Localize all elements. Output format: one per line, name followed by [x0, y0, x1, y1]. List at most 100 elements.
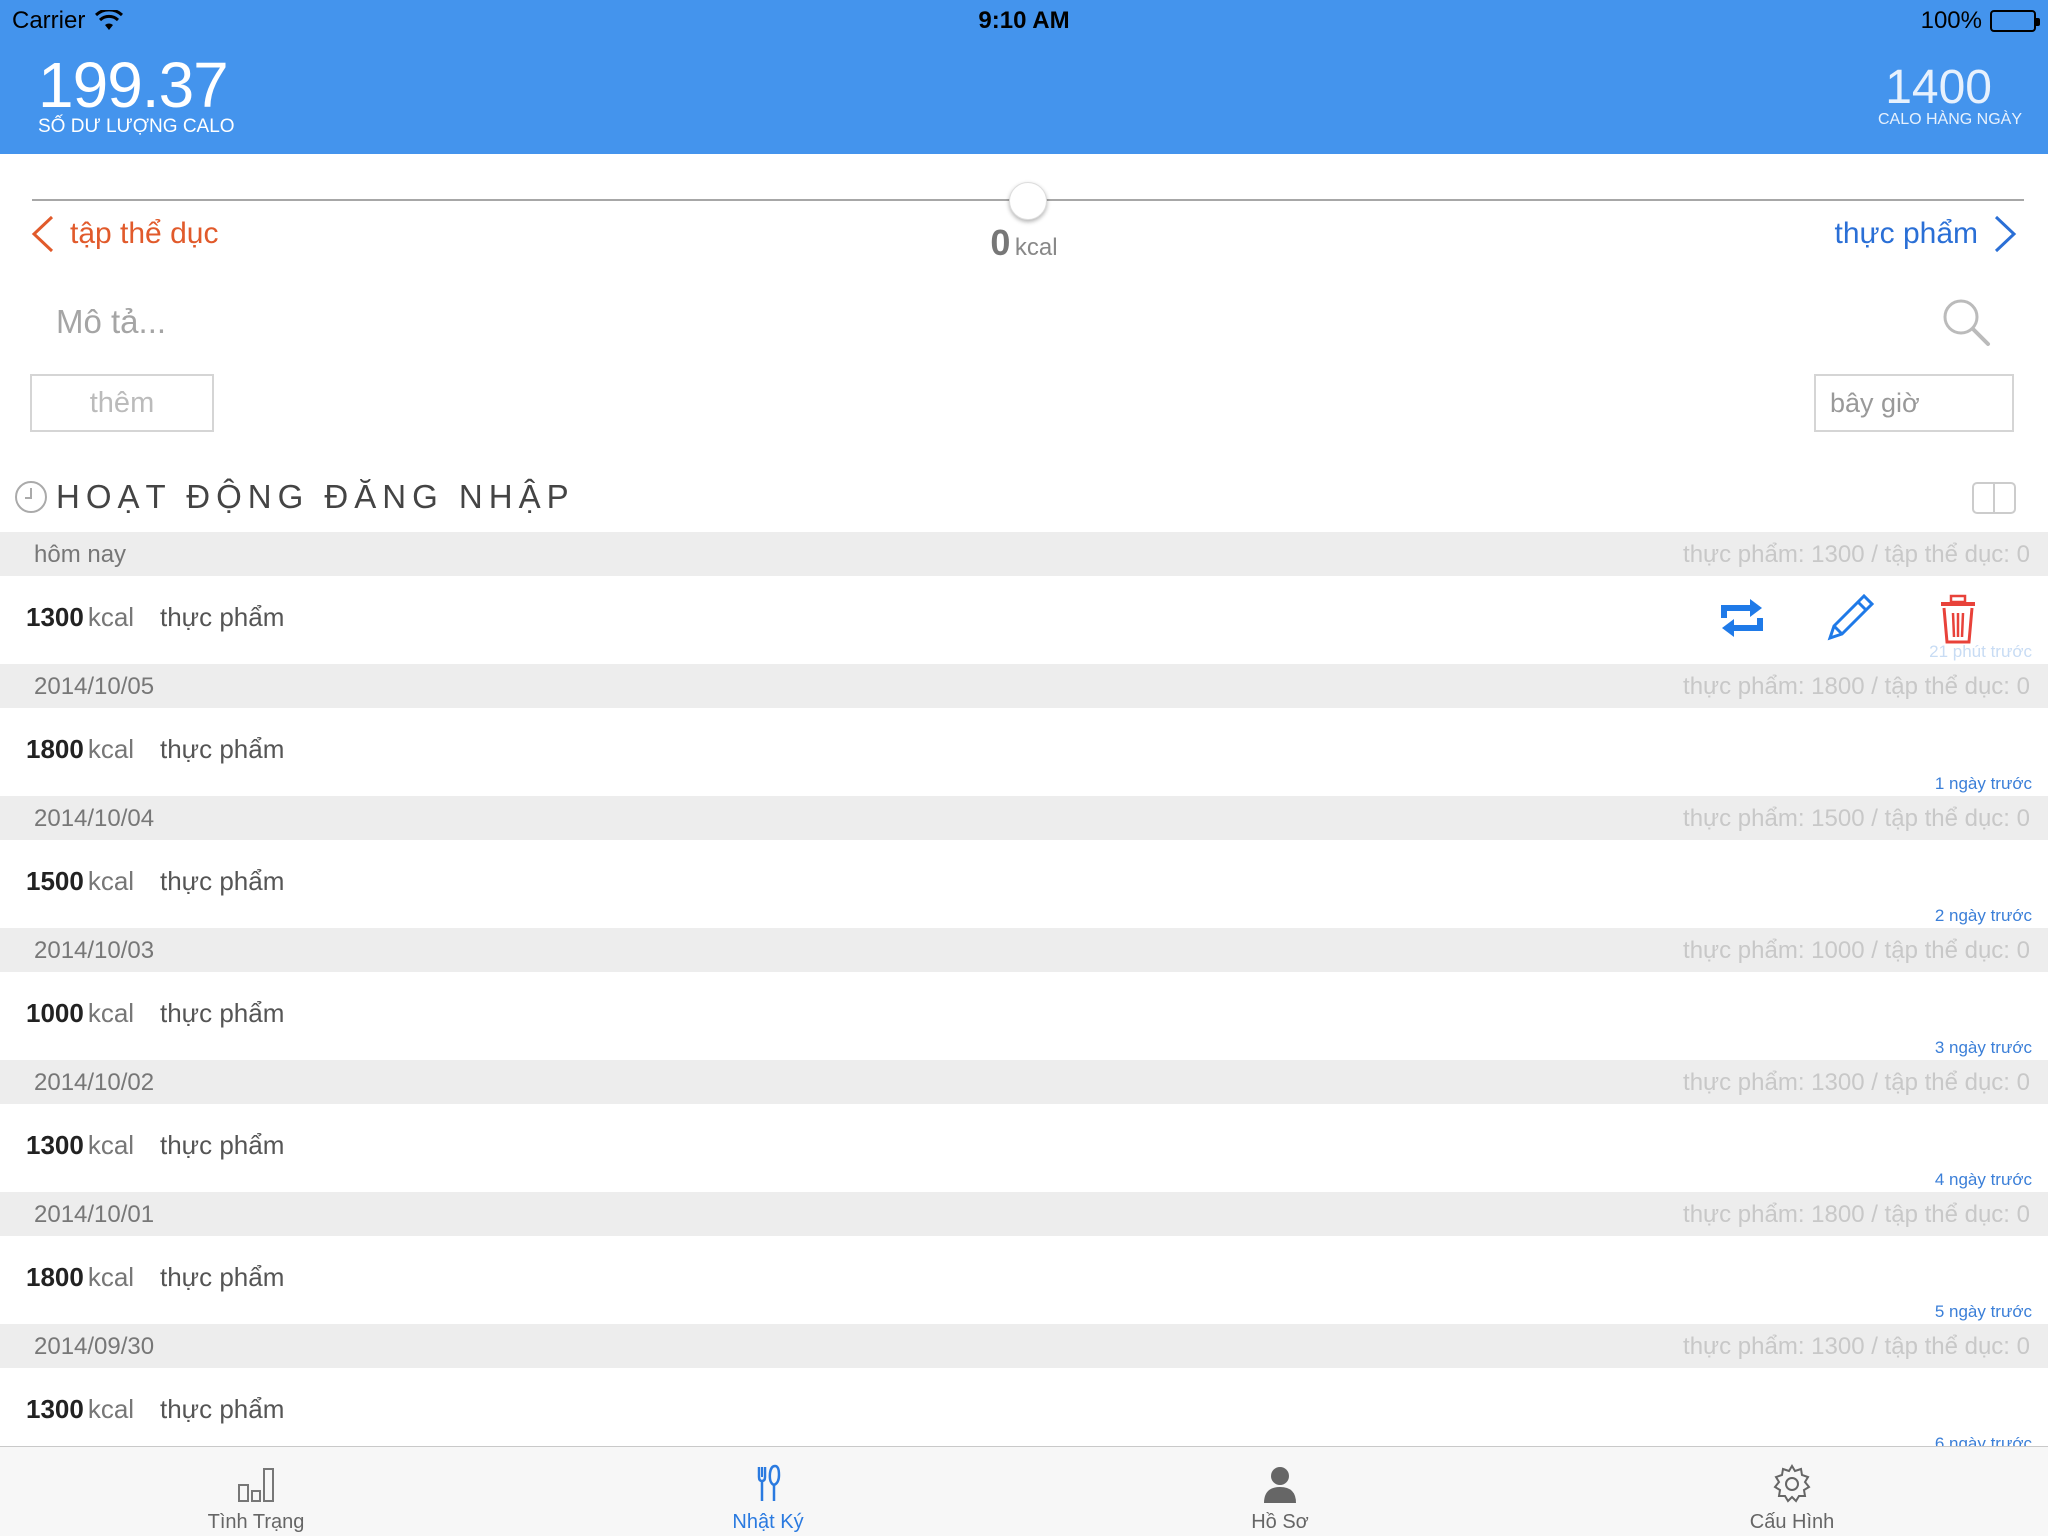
log-kcal-value: 1500 [26, 866, 84, 896]
log-type: thực phẩm [160, 1130, 285, 1160]
tab-profile[interactable]: Hồ Sơ [1024, 1447, 1536, 1536]
log-type: thực phẩm [160, 602, 285, 632]
food-nav-label: thực phẩm [1834, 217, 1978, 250]
day-summary: thực phẩm: 1800 / tập thể dục: 0 [1683, 1201, 2030, 1228]
log-time-ago: 3 ngày trước [1934, 1038, 2032, 1057]
day-date: 2014/09/30 [34, 1333, 155, 1360]
calorie-balance-label: SỐ DƯ LƯỢNG CALO [38, 116, 235, 137]
log-type: thực phẩm [160, 866, 285, 896]
log-kcal-value: 1300 [26, 1130, 84, 1160]
log-kcal-value: 1300 [26, 602, 84, 632]
activity-title: HOẠT ĐỘNG ĐĂNG NHẬP [56, 478, 575, 515]
battery: 100% [1920, 7, 2040, 35]
gear-icon [1773, 1464, 1811, 1503]
description-input[interactable] [40, 292, 1920, 352]
repeat-icon[interactable] [1712, 588, 1772, 648]
log-kcal: 1300 kcal [26, 1394, 134, 1425]
log-entry-row[interactable]: 1800 kcal thực phẩm 1 ngày trước [0, 708, 2048, 796]
day-header: 2014/09/30 thực phẩm: 1300 / tập thể dục:… [0, 1324, 2048, 1368]
log-entry-row[interactable]: 1800 kcal thực phẩm 5 ngày trước [0, 1236, 2048, 1324]
log-kcal-unit: kcal [87, 602, 135, 632]
tab-status[interactable]: Tình Trạng [0, 1447, 512, 1536]
activity-log-list[interactable]: hôm nay thực phẩm: 1300 / tập thể dục: 0 1… [0, 532, 2048, 1446]
day-header: 2014/10/02 thực phẩm: 1300 / tập thể dục:… [0, 1060, 2048, 1104]
day-date: 2014/10/05 [34, 673, 155, 700]
tab-diary[interactable]: Nhật Ký [512, 1447, 1024, 1536]
log-entry-row[interactable]: 1300 kcal thực phẩm 6 ngày trước [0, 1368, 2048, 1446]
log-kcal: 1500 kcal [26, 866, 134, 897]
calorie-slider-knob[interactable] [1009, 182, 1047, 220]
slider-unit: kcal [1014, 234, 1058, 261]
log-kcal: 1800 kcal [26, 1262, 134, 1293]
day-header: hôm nay thực phẩm: 1300 / tập thể dục: 0 [0, 532, 2048, 576]
day-header: 2014/10/01 thực phẩm: 1800 / tập thể dục:… [0, 1192, 2048, 1236]
status-time: 9:10 AM [978, 7, 1070, 34]
day-header: 2014/10/03 thực phẩm: 1000 / tập thể dục:… [0, 928, 2048, 972]
tab-diary-label: Nhật Ký [732, 1511, 804, 1533]
log-kcal: 1800 kcal [26, 734, 134, 765]
log-kcal: 1000 kcal [26, 998, 134, 1029]
battery-icon [1990, 10, 2040, 32]
day-summary: thực phẩm: 1300 / tập thể dục: 0 [1683, 1333, 2030, 1360]
log-time-ago: 2 ngày trước [1934, 906, 2032, 925]
search-icon[interactable] [1940, 296, 1992, 348]
log-kcal: 1300 kcal [26, 602, 134, 633]
status-bar: Carrier 9:10 AM 100% [0, 0, 2048, 40]
tab-settings-label: Cấu Hình [1749, 1511, 1835, 1533]
log-kcal-value: 1300 [26, 1394, 84, 1424]
person-icon [1264, 1467, 1296, 1503]
log-entry-row[interactable]: 1500 kcal thực phẩm 2 ngày trước [0, 840, 2048, 928]
day-date: 2014/10/01 [34, 1201, 155, 1228]
log-kcal-unit: kcal [87, 866, 135, 896]
tab-profile-label: Hồ Sơ [1251, 1511, 1309, 1533]
daily-calorie-value[interactable]: 1400 [1885, 60, 1992, 115]
day-date: hôm nay [34, 541, 127, 568]
bar-chart-icon [238, 1468, 274, 1502]
log-time-ago: 6 ngày trước [1934, 1434, 2032, 1446]
log-type: thực phẩm [160, 1394, 285, 1424]
log-kcal-value: 1000 [26, 998, 84, 1028]
food-nav-button[interactable]: thực phẩm [1835, 214, 2018, 254]
battery-percent: 100% [1920, 7, 1982, 34]
day-summary: thực phẩm: 1300 / tập thể dục: 0 [1683, 541, 2030, 568]
log-kcal: 1300 kcal [26, 1130, 134, 1161]
time-field[interactable]: bây giờ [1814, 374, 2014, 432]
header: Carrier 9:10 AM 100% 199.37 SỐ DƯ LƯỢNG … [0, 0, 2048, 154]
add-button[interactable]: thêm [30, 374, 214, 432]
log-kcal-unit: kcal [87, 1262, 135, 1292]
calorie-balance-value: 199.37 [38, 49, 229, 121]
day-summary: thực phẩm: 1300 / tập thể dục: 0 [1683, 1069, 2030, 1096]
log-kcal-unit: kcal [87, 1394, 135, 1424]
day-date: 2014/10/03 [34, 937, 155, 964]
log-type: thực phẩm [160, 1262, 285, 1292]
tab-settings[interactable]: Cấu Hình [1536, 1447, 2048, 1536]
log-kcal-unit: kcal [87, 1130, 135, 1160]
app-root: Carrier 9:10 AM 100% 199.37 SỐ DƯ LƯỢNG … [0, 0, 2048, 1536]
tab-status-label: Tình Trạng [207, 1511, 305, 1533]
log-kcal-unit: kcal [87, 998, 135, 1028]
log-type: thực phẩm [160, 998, 285, 1028]
trash-icon[interactable] [1928, 588, 1988, 648]
log-entry-row[interactable]: 1000 kcal thực phẩm 3 ngày trước [0, 972, 2048, 1060]
log-kcal-value: 1800 [26, 734, 84, 764]
fork-knife-icon [757, 1464, 781, 1501]
edit-pencil-icon[interactable] [1820, 588, 1880, 648]
day-summary: thực phẩm: 1500 / tập thể dục: 0 [1683, 805, 2030, 832]
log-type: thực phẩm [160, 734, 285, 764]
day-date: 2014/10/04 [34, 805, 155, 832]
slider-value-readout: 0 kcal [0, 222, 2048, 264]
log-kcal-value: 1800 [26, 1262, 84, 1292]
chevron-right-icon [1994, 215, 2017, 253]
log-time-ago: 1 ngày trước [1934, 774, 2032, 793]
day-summary: thực phẩm: 1000 / tập thể dục: 0 [1683, 937, 2030, 964]
log-entry-row[interactable]: 1300 kcal thực phẩm 21 phút trước [0, 576, 2048, 664]
activity-section-header: HOẠT ĐỘNG ĐĂNG NHẬP [14, 478, 575, 516]
layout-toggle-icon[interactable] [1972, 482, 2016, 514]
log-entry-row[interactable]: 1300 kcal thực phẩm 4 ngày trước [0, 1104, 2048, 1192]
log-time-ago: 4 ngày trước [1934, 1170, 2032, 1189]
slider-value: 0 [990, 222, 1011, 263]
log-kcal-unit: kcal [87, 734, 135, 764]
day-header: 2014/10/05 thực phẩm: 1800 / tập thể dục:… [0, 664, 2048, 708]
log-time-ago: 5 ngày trước [1934, 1302, 2032, 1321]
daily-calorie-label: CALO HÀNG NGÀY [1877, 111, 2022, 128]
